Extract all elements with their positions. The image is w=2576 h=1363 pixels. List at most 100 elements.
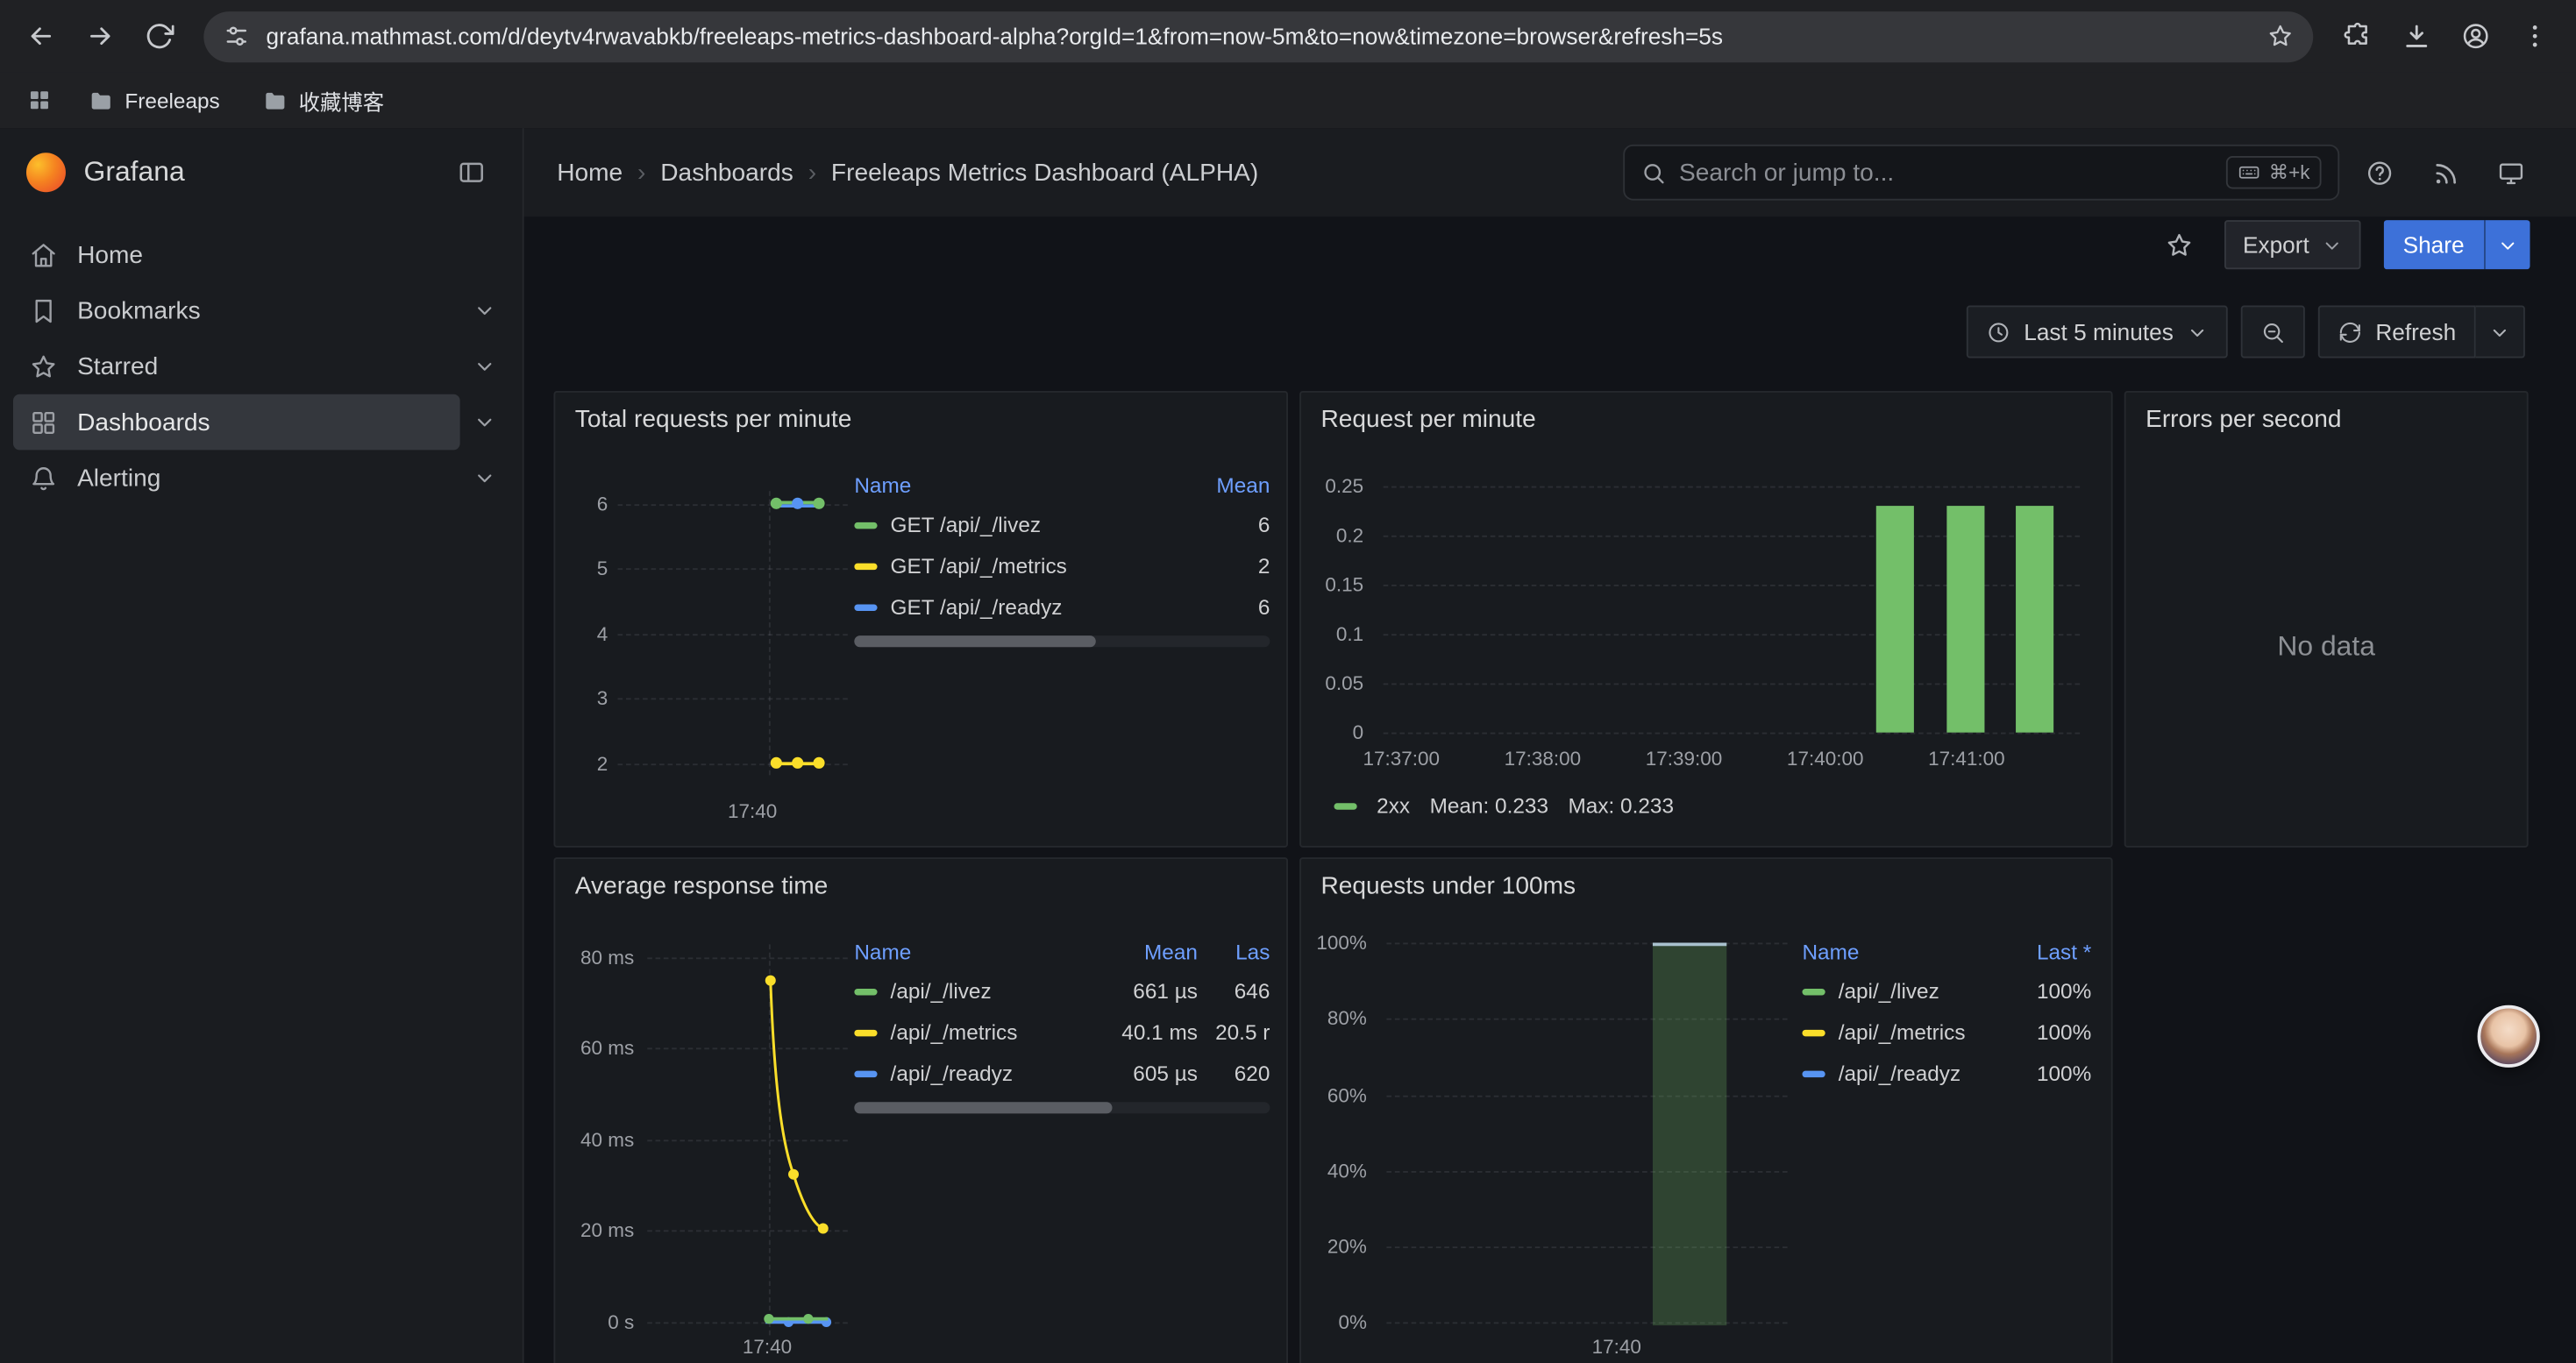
- favorite-dashboard-button[interactable]: [2156, 222, 2202, 267]
- series-swatch: [854, 563, 877, 569]
- breadcrumb-current: Freeleaps Metrics Dashboard (ALPHA): [831, 159, 1258, 187]
- refresh-interval-button[interactable]: [2476, 306, 2525, 358]
- legend-col-name[interactable]: Name: [854, 472, 1171, 497]
- browser-toolbar: grafana.mathmast.com/d/deytv4rwavabkb/fr…: [0, 0, 2576, 72]
- expand-bookmarks-button[interactable]: [460, 286, 509, 335]
- reload-button[interactable]: [132, 8, 188, 64]
- extensions-button[interactable]: [2330, 8, 2386, 64]
- help-icon: [2365, 159, 2393, 187]
- apps-grid-icon: [26, 87, 53, 113]
- forward-button[interactable]: [72, 8, 128, 64]
- legend-row[interactable]: /api/_/metrics 100%: [1802, 1012, 2091, 1053]
- series-name: /api/_/metrics: [891, 1020, 1018, 1045]
- sidebar-item-home[interactable]: Home: [13, 227, 509, 283]
- legend-row[interactable]: GET /api/_/livez 6: [854, 504, 1270, 545]
- share-menu-button[interactable]: [2484, 220, 2530, 269]
- series-mean: 6: [1171, 594, 1270, 619]
- bookmark-icon: [30, 296, 58, 324]
- sidebar-item-dashboards[interactable]: Dashboards: [13, 394, 460, 451]
- legend-row[interactable]: /api/_/readyz 100%: [1802, 1053, 2091, 1094]
- sidebar-item-starred[interactable]: Starred: [13, 338, 460, 394]
- help-button[interactable]: [2352, 146, 2405, 199]
- back-button[interactable]: [13, 8, 69, 64]
- bookmark-folder-freeleaps[interactable]: Freeleaps: [72, 79, 236, 122]
- legend-row[interactable]: GET /api/_/readyz 6: [854, 586, 1270, 628]
- nav-label: Bookmarks: [77, 296, 201, 324]
- series-name: GET /api/_/livez: [891, 513, 1042, 537]
- floating-assistant-avatar[interactable]: [2478, 1005, 2540, 1068]
- bar-under-100ms: [1653, 943, 1726, 1326]
- legend-col-last[interactable]: Las: [1198, 939, 1270, 963]
- downloads-button[interactable]: [2388, 8, 2444, 64]
- reload-icon: [145, 21, 174, 51]
- sidebar-item-bookmarks[interactable]: Bookmarks: [13, 282, 460, 338]
- expand-dashboards-button[interactable]: [460, 397, 509, 446]
- grafana-logo[interactable]: [26, 153, 66, 192]
- breadcrumb: Home › Dashboards › Freeleaps Metrics Da…: [557, 159, 1258, 187]
- panel-title[interactable]: Average response time: [575, 872, 829, 900]
- legend-scrollbar[interactable]: [854, 1102, 1270, 1113]
- panel-title[interactable]: Total requests per minute: [575, 406, 852, 434]
- legend-col-mean[interactable]: Mean: [1171, 472, 1270, 497]
- legend-col-last[interactable]: Last *: [1999, 939, 2091, 963]
- x-tick: 17:38:00: [1485, 748, 1600, 770]
- series-swatch: [854, 522, 877, 528]
- legend-row[interactable]: /api/_/readyz 605 µs 620: [854, 1053, 1270, 1094]
- x-tick: 17:41:00: [1909, 748, 2024, 770]
- folder-icon: [89, 88, 113, 112]
- browser-menu-button[interactable]: [2507, 8, 2563, 64]
- refresh-label: Refresh: [2375, 319, 2456, 345]
- profile-button[interactable]: [2448, 8, 2504, 64]
- panel-title[interactable]: Request per minute: [1320, 406, 1535, 434]
- star-icon: [2165, 231, 2193, 259]
- back-icon: [26, 21, 56, 51]
- breadcrumb-dashboards[interactable]: Dashboards: [660, 159, 793, 187]
- url-bar[interactable]: grafana.mathmast.com/d/deytv4rwavabkb/fr…: [203, 11, 2313, 61]
- apps-shortcut-button[interactable]: [17, 77, 62, 123]
- share-button[interactable]: Share: [2383, 220, 2484, 269]
- gridline: [618, 568, 848, 570]
- zoom-out-button[interactable]: [2241, 306, 2305, 358]
- bell-icon: [30, 464, 58, 492]
- legend-row[interactable]: /api/_/livez 100%: [1802, 970, 2091, 1012]
- x-tick: 17:40:00: [1768, 748, 1882, 770]
- panel-title[interactable]: Requests under 100ms: [1320, 872, 1576, 900]
- time-range-label: Last 5 minutes: [2024, 319, 2174, 345]
- legend-header: Name Last *: [1802, 931, 2091, 970]
- panel-legend: 2xx Mean: 0.233 Max: 0.233: [1334, 793, 1674, 818]
- legend-header: Name Mean: [854, 465, 1270, 504]
- series-name[interactable]: 2xx: [1377, 793, 1410, 818]
- panel-title[interactable]: Errors per second: [2145, 406, 2341, 434]
- refresh-button[interactable]: Refresh: [2318, 306, 2476, 358]
- screen: grafana.mathmast.com/d/deytv4rwavabkb/fr…: [0, 0, 2576, 1363]
- series-point: [792, 498, 803, 509]
- expand-alerting-button[interactable]: [460, 453, 509, 502]
- gridline: [1386, 1171, 1787, 1173]
- time-range-picker[interactable]: Last 5 minutes: [1967, 306, 2228, 358]
- bookmark-star-icon[interactable]: [2267, 23, 2294, 49]
- legend-row[interactable]: GET /api/_/metrics 2: [854, 545, 1270, 586]
- main-area: Home › Dashboards › Freeleaps Metrics Da…: [524, 128, 2576, 1363]
- site-settings-icon[interactable]: [224, 23, 250, 49]
- export-button[interactable]: Export: [2224, 220, 2360, 269]
- collapse-sidebar-button[interactable]: [447, 148, 496, 197]
- legend-header: Name Mean Las: [854, 931, 1270, 970]
- search-input[interactable]: Search or jump to... ⌘+k: [1623, 145, 2339, 201]
- news-button[interactable]: [2418, 146, 2471, 199]
- sidebar-item-alerting[interactable]: Alerting: [13, 450, 460, 506]
- y-tick: 40 ms: [562, 1128, 634, 1151]
- legend-col-mean[interactable]: Mean: [1096, 939, 1198, 963]
- bookmark-folder-blog[interactable]: 收藏博客: [246, 79, 401, 122]
- legend-row[interactable]: /api/_/livez 661 µs 646: [854, 970, 1270, 1012]
- legend-col-name[interactable]: Name: [854, 939, 1095, 963]
- expand-starred-button[interactable]: [460, 342, 509, 391]
- kebab-menu-icon: [2520, 21, 2550, 51]
- download-icon: [2402, 21, 2431, 51]
- kiosk-mode-button[interactable]: [2484, 146, 2537, 199]
- y-tick: 80%: [1311, 1007, 1367, 1030]
- legend-row[interactable]: /api/_/metrics 40.1 ms 20.5 r: [854, 1012, 1270, 1053]
- breadcrumb-home[interactable]: Home: [557, 159, 623, 187]
- legend-col-name[interactable]: Name: [1802, 939, 1999, 963]
- legend-scrollbar[interactable]: [854, 635, 1270, 647]
- time-controls: Last 5 minutes Refresh: [1967, 306, 2525, 358]
